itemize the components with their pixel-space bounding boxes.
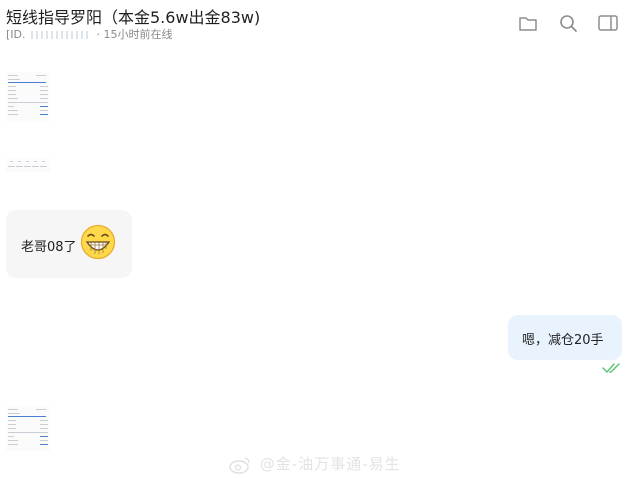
image-message-2[interactable] <box>6 158 50 172</box>
message-text: 嗯，减仓20手 <box>522 333 604 348</box>
chat-header: 短线指导罗阳（本金5.6w出金83w) [ID. · 15小时前在线 <box>0 0 630 44</box>
user-id-prefix: [ID. <box>6 28 29 41</box>
redacted-id <box>31 31 91 39</box>
sidebar-toggle-icon[interactable] <box>597 12 619 34</box>
message-text: 老哥08了 <box>21 240 77 255</box>
last-online-status: · 15小时前在线 <box>93 28 173 41</box>
folder-icon[interactable] <box>517 12 539 34</box>
chat-subtitle: [ID. · 15小时前在线 <box>6 26 173 42</box>
sent-message-bubble[interactable]: 嗯，减仓20手 <box>508 315 622 360</box>
image-message-3[interactable] <box>6 406 50 451</box>
image-message-1[interactable] <box>6 72 50 122</box>
watermark-text: @金-油万事通-易生 <box>259 455 401 473</box>
double-check-icon <box>602 360 624 374</box>
weibo-logo-icon <box>228 455 260 474</box>
watermark: @金-油万事通-易生 <box>228 453 401 475</box>
received-message-bubble[interactable]: 老哥08了 <box>6 210 132 278</box>
chat-title: 短线指导罗阳（本金5.6w出金83w) <box>6 8 261 27</box>
search-icon[interactable] <box>557 12 579 34</box>
grinning-face-emoji <box>80 224 116 260</box>
